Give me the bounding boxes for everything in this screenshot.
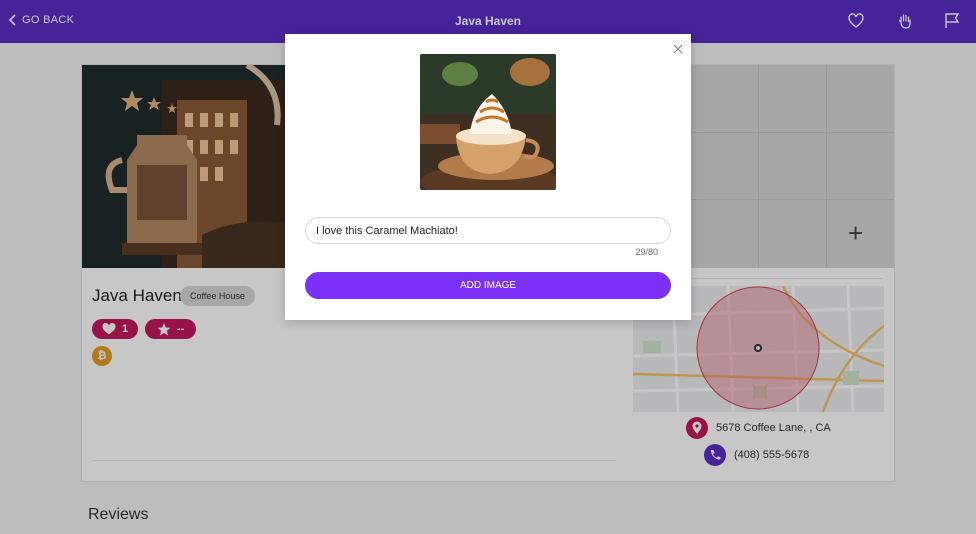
caption-input[interactable] <box>305 217 671 244</box>
char-counter: 29/80 <box>635 247 658 257</box>
add-image-button[interactable]: ADD IMAGE <box>305 272 671 299</box>
add-image-modal: 29/80 ADD IMAGE <box>285 34 691 320</box>
uploaded-photo <box>420 54 556 190</box>
close-icon[interactable] <box>671 42 685 56</box>
